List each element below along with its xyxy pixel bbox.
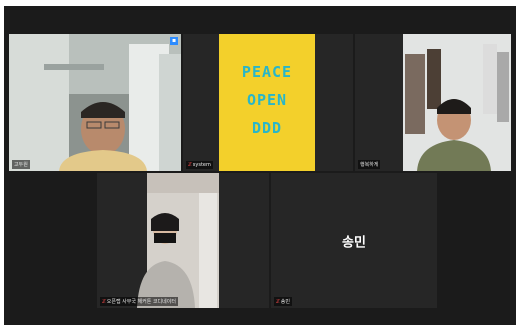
participant-tile-gowon[interactable]: ▪ 고두원 (9, 34, 181, 171)
participant-name-tag: 행복하게 (358, 160, 381, 169)
pin-icon[interactable]: ▪ (170, 37, 178, 45)
participant-display-name: 송민 (342, 235, 366, 250)
mic-off-icon: ℤ (276, 299, 280, 305)
participant-tile-happy[interactable]: 행복하게 (355, 34, 511, 171)
participant-tile-openlab[interactable]: ℤ오픈랩 사무국 해커톤 코디네이터 (97, 173, 269, 308)
participant-video-gowon (9, 34, 181, 171)
participant-name-tag: ℤ오픈랩 사무국 해커톤 코디네이터 (100, 297, 178, 306)
meeting-gallery-window: ▪ 고두원 PEACE OPEN DDD ℤsystem 행복하게 ℤ오픈랩 사… (4, 6, 516, 325)
mic-off-icon: ℤ (102, 299, 106, 305)
participant-video-openlab (97, 173, 269, 308)
participant-name-tag: ℤ송민 (274, 297, 292, 306)
participant-name-tag: 고두원 (12, 160, 30, 169)
poster-text: PEACE OPEN DDD (241, 63, 293, 137)
participant-tile-songmin[interactable]: 송민 ℤ송민 (271, 173, 437, 308)
participant-name-tag: ℤsystem (186, 161, 213, 169)
participant-tile-system[interactable]: PEACE OPEN DDD ℤsystem (183, 34, 353, 171)
mic-off-icon: ℤ (188, 162, 192, 168)
participant-video-happy (355, 34, 511, 171)
